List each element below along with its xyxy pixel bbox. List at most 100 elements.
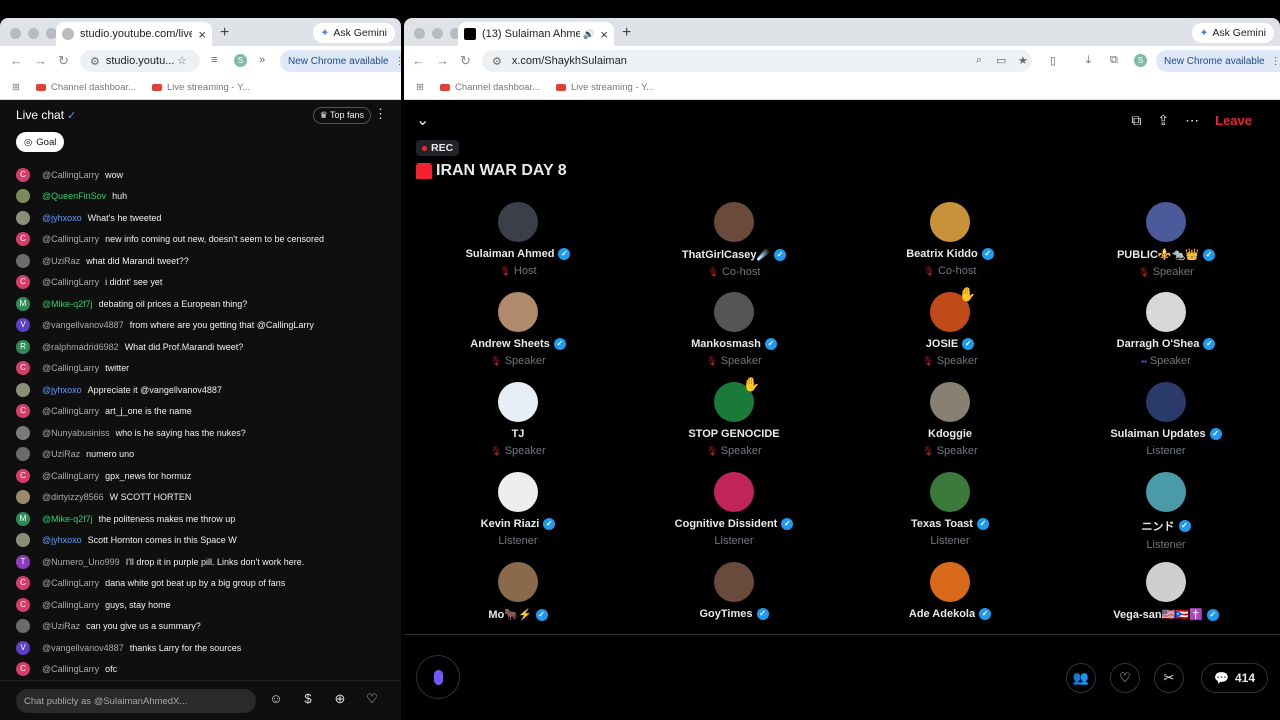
chat-message[interactable]: M @Mike-q2f7j debating oil prices a Europe… — [16, 293, 393, 315]
chat-avatar[interactable]: V — [16, 640, 30, 655]
participant-avatar[interactable] — [498, 562, 538, 602]
top-fans-button[interactable]: ♛ Top fans — [312, 107, 371, 124]
chat-message[interactable]: C @CallingLarry twitter — [16, 358, 393, 380]
leave-button[interactable]: Leave — [1215, 113, 1252, 128]
chat-avatar[interactable]: C — [16, 167, 30, 182]
more-options-icon[interactable]: ⋯ — [1185, 112, 1199, 129]
chat-message[interactable]: @UziRaz what did Marandi tweet?? — [16, 250, 393, 272]
chat-username[interactable]: @CallingLarry — [42, 664, 99, 674]
participant-avatar[interactable] — [714, 472, 754, 512]
zoom-icon[interactable]: ⌕ — [976, 54, 982, 67]
heart-icon[interactable]: ♡ — [364, 691, 380, 707]
chat-input-field[interactable]: Chat publicly as @SulaimanAhmedX... — [16, 689, 256, 713]
participant[interactable]: Andrew Sheets ✓ 🎙 Speaker — [410, 292, 626, 382]
profile-avatar[interactable]: S — [1134, 54, 1147, 67]
forward-icon[interactable]: → — [436, 53, 449, 68]
chat-avatar[interactable] — [16, 447, 30, 462]
chat-message[interactable]: @Nunyabusiniss who is he saying has the n… — [16, 422, 393, 444]
participant[interactable]: ✋ JOSIE ✓ 🎙 Speaker — [842, 286, 1058, 382]
bookmark-star-icon[interactable]: ☆ — [177, 54, 187, 67]
chat-username[interactable]: @CallingLarry — [42, 277, 99, 287]
chat-username[interactable]: @CallingLarry — [42, 471, 99, 481]
participant[interactable]: Sulaiman Updates ✓ Listener — [1058, 382, 1274, 472]
participant-avatar[interactable] — [1146, 202, 1186, 242]
chat-avatar[interactable]: C — [16, 468, 30, 483]
chat-avatar[interactable]: R — [16, 339, 30, 354]
new-chrome-available-button[interactable]: New Chrome available ⋮ — [280, 50, 401, 72]
cast-icon[interactable]: ▭ — [996, 54, 1006, 67]
chat-username[interactable]: @UziRaz — [42, 449, 80, 459]
chat-avatar[interactable]: M — [16, 511, 30, 526]
chat-message[interactable]: V @vangellvanov4887 thanks Larry for the s… — [16, 637, 393, 659]
microphone-button[interactable] — [416, 655, 460, 699]
share-icon[interactable]: ⇪ — [1157, 112, 1169, 129]
chat-avatar[interactable] — [16, 619, 30, 634]
download-icon[interactable]: ⤓ — [1086, 54, 1091, 67]
chat-username[interactable]: @CallingLarry — [42, 600, 99, 610]
participant[interactable]: Cognitive Dissident ✓ Listener — [626, 472, 842, 562]
participant[interactable]: Kdoggie 🎙 Speaker — [842, 382, 1058, 472]
participant[interactable]: Darragh O'Shea ✓ ▪▪ Speaker — [1058, 292, 1274, 382]
window-controls[interactable] — [10, 28, 57, 39]
tab-x-profile[interactable]: (13) Sulaiman Ahmed (@S 🔊 × — [458, 22, 614, 46]
chat-message[interactable]: C @CallingLarry new info coming out new, d… — [16, 229, 393, 251]
address-bar[interactable]: ⚙ x.com/ShaykhSulaiman — [482, 50, 1032, 72]
chat-avatar[interactable]: C — [16, 232, 30, 247]
new-tab-icon[interactable]: + — [622, 24, 631, 42]
chat-message[interactable]: C @CallingLarry i didnt' see yet — [16, 272, 393, 294]
profile-avatar[interactable]: S — [234, 54, 247, 67]
chat-username[interactable]: @CallingLarry — [42, 578, 99, 588]
picture-in-picture-icon[interactable]: ⧉ — [1131, 112, 1141, 129]
participant-avatar[interactable] — [714, 202, 754, 242]
chat-username[interactable]: @UziRaz — [42, 256, 80, 266]
participant[interactable]: Beatrix Kiddo ✓ 🎙 Co-host — [842, 202, 1058, 292]
goal-button[interactable]: ◎ Goal — [16, 132, 65, 152]
ask-gemini-button[interactable]: ✦ Ask Gemini — [312, 23, 395, 43]
chat-username[interactable]: @Numero_Uno999 — [42, 557, 120, 567]
participant-avatar[interactable] — [930, 472, 970, 512]
chat-avatar[interactable]: C — [16, 361, 30, 376]
chat-username[interactable]: @QueenFinSov — [42, 191, 106, 201]
chat-avatar[interactable] — [16, 382, 30, 397]
window-controls[interactable] — [414, 28, 461, 39]
chat-username[interactable]: @Nunyabusiniss — [42, 428, 110, 438]
chat-avatar[interactable] — [16, 425, 30, 440]
bookmark-channel-dashboard[interactable]: Channel dashboar... — [35, 82, 136, 93]
chat-message[interactable]: @dirtyizzy8566 W SCOTT HORTEN — [16, 487, 393, 509]
chat-message[interactable]: R @ralphmadrid6982 What did Prof.Marandi t… — [16, 336, 393, 358]
reload-icon[interactable]: ↻ — [58, 53, 69, 69]
participant[interactable]: Mankosmash ✓ 🎙 Speaker — [626, 292, 842, 382]
participant-avatar[interactable] — [930, 562, 970, 602]
chat-message[interactable]: @UziRaz numero uno — [16, 444, 393, 466]
chat-username[interactable]: @CallingLarry — [42, 363, 99, 373]
participant-avatar[interactable] — [498, 202, 538, 242]
add-reaction-icon[interactable]: ⊕ — [332, 691, 348, 707]
chat-message[interactable]: @UziRaz can you give us a summary? — [16, 616, 393, 638]
chat-username[interactable]: @jyhxoxo — [42, 535, 82, 545]
chat-message-list[interactable]: C @CallingLarry wow @QueenFinSov huh @jyhxoxo… — [16, 164, 393, 680]
participant-avatar[interactable] — [1146, 292, 1186, 332]
chat-avatar[interactable]: C — [16, 404, 30, 419]
participant-avatar[interactable] — [930, 382, 970, 422]
participant-avatar[interactable] — [1146, 472, 1186, 512]
participant-avatar[interactable] — [1146, 382, 1186, 422]
chat-message[interactable]: C @CallingLarry art_j_one is the name — [16, 401, 393, 423]
chat-username[interactable]: @jyhxoxo — [42, 385, 82, 395]
participant[interactable]: Kevin Riazi ✓ Listener — [410, 472, 626, 562]
chat-avatar[interactable]: C — [16, 275, 30, 290]
people-icon[interactable]: 👥 — [1066, 663, 1096, 693]
chat-avatar[interactable] — [16, 210, 30, 225]
chat-message[interactable]: C @CallingLarry ofc — [16, 659, 393, 681]
participant-avatar[interactable] — [498, 472, 538, 512]
chat-username[interactable]: @vangellvanov4887 — [42, 320, 124, 330]
participant-avatar[interactable] — [714, 562, 754, 602]
apps-grid-icon[interactable]: ⊞ — [12, 82, 20, 93]
chat-username[interactable]: @ralphmadrid6982 — [42, 342, 119, 352]
comments-button[interactable]: 💬 414 — [1201, 663, 1268, 693]
chat-avatar[interactable] — [16, 253, 30, 268]
chat-avatar[interactable]: C — [16, 576, 30, 591]
back-icon[interactable]: ← — [412, 53, 425, 68]
side-panel-icon[interactable]: ▯ — [1050, 54, 1056, 67]
extensions-icon[interactable]: ⧉ — [1110, 54, 1118, 67]
chat-message[interactable]: T @Numero_Uno999 I'll drop it in purple pi… — [16, 551, 393, 573]
